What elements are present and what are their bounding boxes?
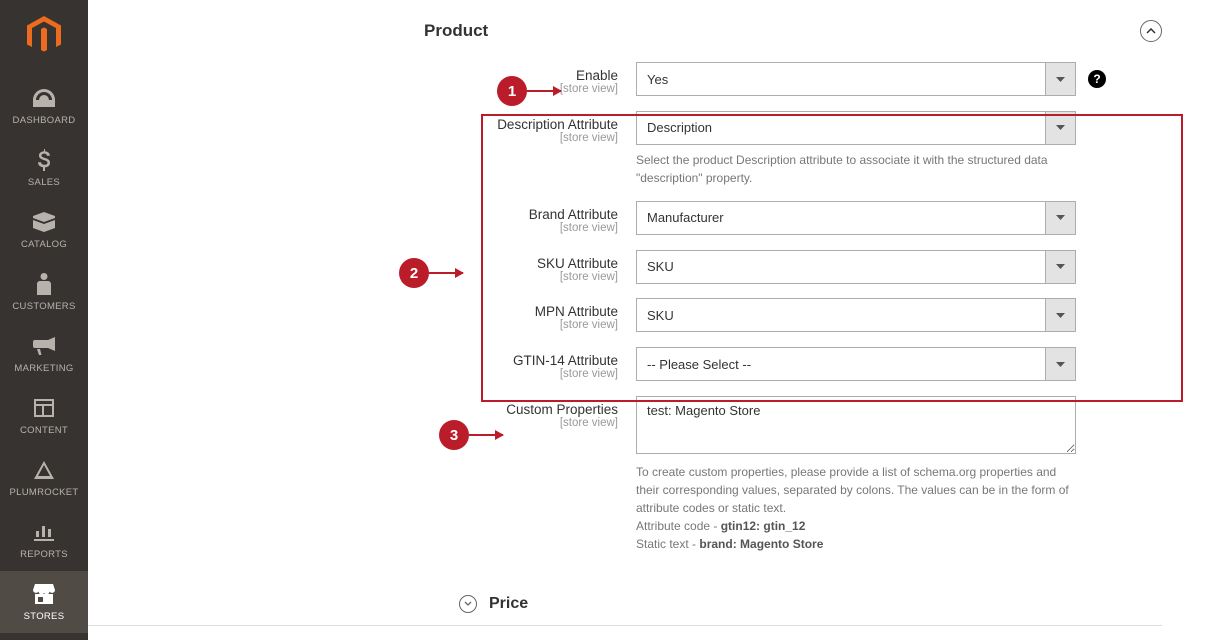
- nav-label: PLUMROCKET: [10, 487, 79, 498]
- price-title: Price: [489, 595, 528, 613]
- label-enable: Enable: [576, 68, 618, 83]
- nav-customers[interactable]: CUSTOMERS: [0, 261, 88, 323]
- scope-custom-props: [store view]: [88, 417, 618, 431]
- chevron-down-icon: [1045, 202, 1075, 234]
- arrow-right-icon: [429, 272, 463, 274]
- helper-description-attr: Select the product Description attribute…: [636, 151, 1076, 187]
- select-value: SKU: [637, 251, 1045, 283]
- product-section-header: Product: [88, 20, 1206, 62]
- nav-label: CUSTOMERS: [12, 301, 75, 312]
- nav-label: STORES: [24, 611, 65, 622]
- chevron-down-icon: [1045, 348, 1075, 380]
- nav-reports[interactable]: REPORTS: [0, 509, 88, 571]
- callout-badge: 3: [439, 420, 469, 450]
- annotation-callout-3: 3: [439, 420, 503, 450]
- select-value: Description: [637, 112, 1045, 144]
- layout-icon: [34, 397, 54, 419]
- dollar-icon: [37, 149, 51, 171]
- label-mpn-attr: MPN Attribute: [535, 304, 618, 319]
- textarea-custom-props[interactable]: [636, 396, 1076, 454]
- box-icon: [33, 211, 55, 233]
- select-sku-attr[interactable]: SKU: [636, 250, 1076, 284]
- row-custom-props: Custom Properties [store view] To create…: [88, 396, 1162, 553]
- annotation-callout-1: 1: [497, 76, 561, 106]
- nav-label: DASHBOARD: [13, 115, 76, 126]
- nav-plumrocket[interactable]: PLUMROCKET: [0, 447, 88, 509]
- scope-sku-attr: [store view]: [88, 271, 618, 285]
- label-gtin14-attr: GTIN-14 Attribute: [513, 353, 618, 368]
- store-icon: [33, 583, 55, 605]
- annotation-callout-2: 2: [399, 258, 463, 288]
- plumrocket-icon: [34, 459, 54, 481]
- select-value: Yes: [637, 63, 1045, 95]
- row-sku-attr: SKU Attribute [store view] SKU: [88, 250, 1162, 285]
- help-icon[interactable]: ?: [1088, 70, 1106, 88]
- label-custom-props: Custom Properties: [506, 402, 618, 417]
- select-value: -- Please Select --: [637, 348, 1045, 380]
- chart-icon: [34, 521, 54, 543]
- megaphone-icon: [33, 335, 55, 357]
- chevron-down-icon: [1045, 251, 1075, 283]
- scope-gtin14-attr: [store view]: [88, 368, 618, 382]
- callout-badge: 2: [399, 258, 429, 288]
- section-title: Product: [424, 21, 488, 41]
- select-gtin14-attr[interactable]: -- Please Select --: [636, 347, 1076, 381]
- row-brand-attr: Brand Attribute [store view] Manufacture…: [88, 201, 1162, 236]
- nav-label: MARKETING: [14, 363, 73, 374]
- chevron-down-icon: [1045, 299, 1075, 331]
- helper-custom-props: To create custom properties, please prov…: [636, 463, 1076, 553]
- row-enable: Enable [store view] Yes ?: [88, 62, 1162, 97]
- magento-logo[interactable]: [27, 16, 61, 57]
- nav-marketing[interactable]: MARKETING: [0, 323, 88, 385]
- nav-stores[interactable]: STORES: [0, 571, 88, 633]
- select-mpn-attr[interactable]: SKU: [636, 298, 1076, 332]
- select-value: Manufacturer: [637, 202, 1045, 234]
- nav-label: REPORTS: [20, 549, 68, 560]
- nav-content[interactable]: CONTENT: [0, 385, 88, 447]
- main-content: Product Enable [store view] Yes ? Descri…: [88, 0, 1206, 640]
- collapse-button[interactable]: [1140, 20, 1162, 42]
- callout-badge: 1: [497, 76, 527, 106]
- row-mpn-attr: MPN Attribute [store view] SKU: [88, 298, 1162, 333]
- nav-dashboard[interactable]: DASHBOARD: [0, 75, 88, 137]
- chevron-down-icon: [1045, 63, 1075, 95]
- arrow-right-icon: [527, 90, 561, 92]
- person-icon: [37, 273, 51, 295]
- select-value: SKU: [637, 299, 1045, 331]
- row-description-attr: Description Attribute [store view] Descr…: [88, 111, 1162, 187]
- select-brand-attr[interactable]: Manufacturer: [636, 201, 1076, 235]
- nav-label: CATALOG: [21, 239, 67, 250]
- scope-description-attr: [store view]: [88, 132, 618, 146]
- chevron-down-icon: [459, 595, 477, 613]
- label-sku-attr: SKU Attribute: [537, 256, 618, 271]
- row-gtin14-attr: GTIN-14 Attribute [store view] -- Please…: [88, 347, 1162, 382]
- select-description-attr[interactable]: Description: [636, 111, 1076, 145]
- scope-brand-attr: [store view]: [88, 222, 618, 236]
- nav-label: SALES: [28, 177, 60, 188]
- price-section-header[interactable]: Price: [88, 567, 1162, 626]
- arrow-right-icon: [469, 434, 503, 436]
- admin-sidebar: DASHBOARD SALES CATALOG CUSTOMERS MARKET…: [0, 0, 88, 640]
- nav-catalog[interactable]: CATALOG: [0, 199, 88, 261]
- label-brand-attr: Brand Attribute: [529, 207, 618, 222]
- select-enable[interactable]: Yes: [636, 62, 1076, 96]
- label-description-attr: Description Attribute: [497, 117, 618, 132]
- chevron-down-icon: [1045, 112, 1075, 144]
- nav-sales[interactable]: SALES: [0, 137, 88, 199]
- dashboard-icon: [33, 87, 55, 109]
- form-area: Enable [store view] Yes ? Description At…: [88, 62, 1206, 553]
- scope-mpn-attr: [store view]: [88, 319, 618, 333]
- nav-label: CONTENT: [20, 425, 68, 436]
